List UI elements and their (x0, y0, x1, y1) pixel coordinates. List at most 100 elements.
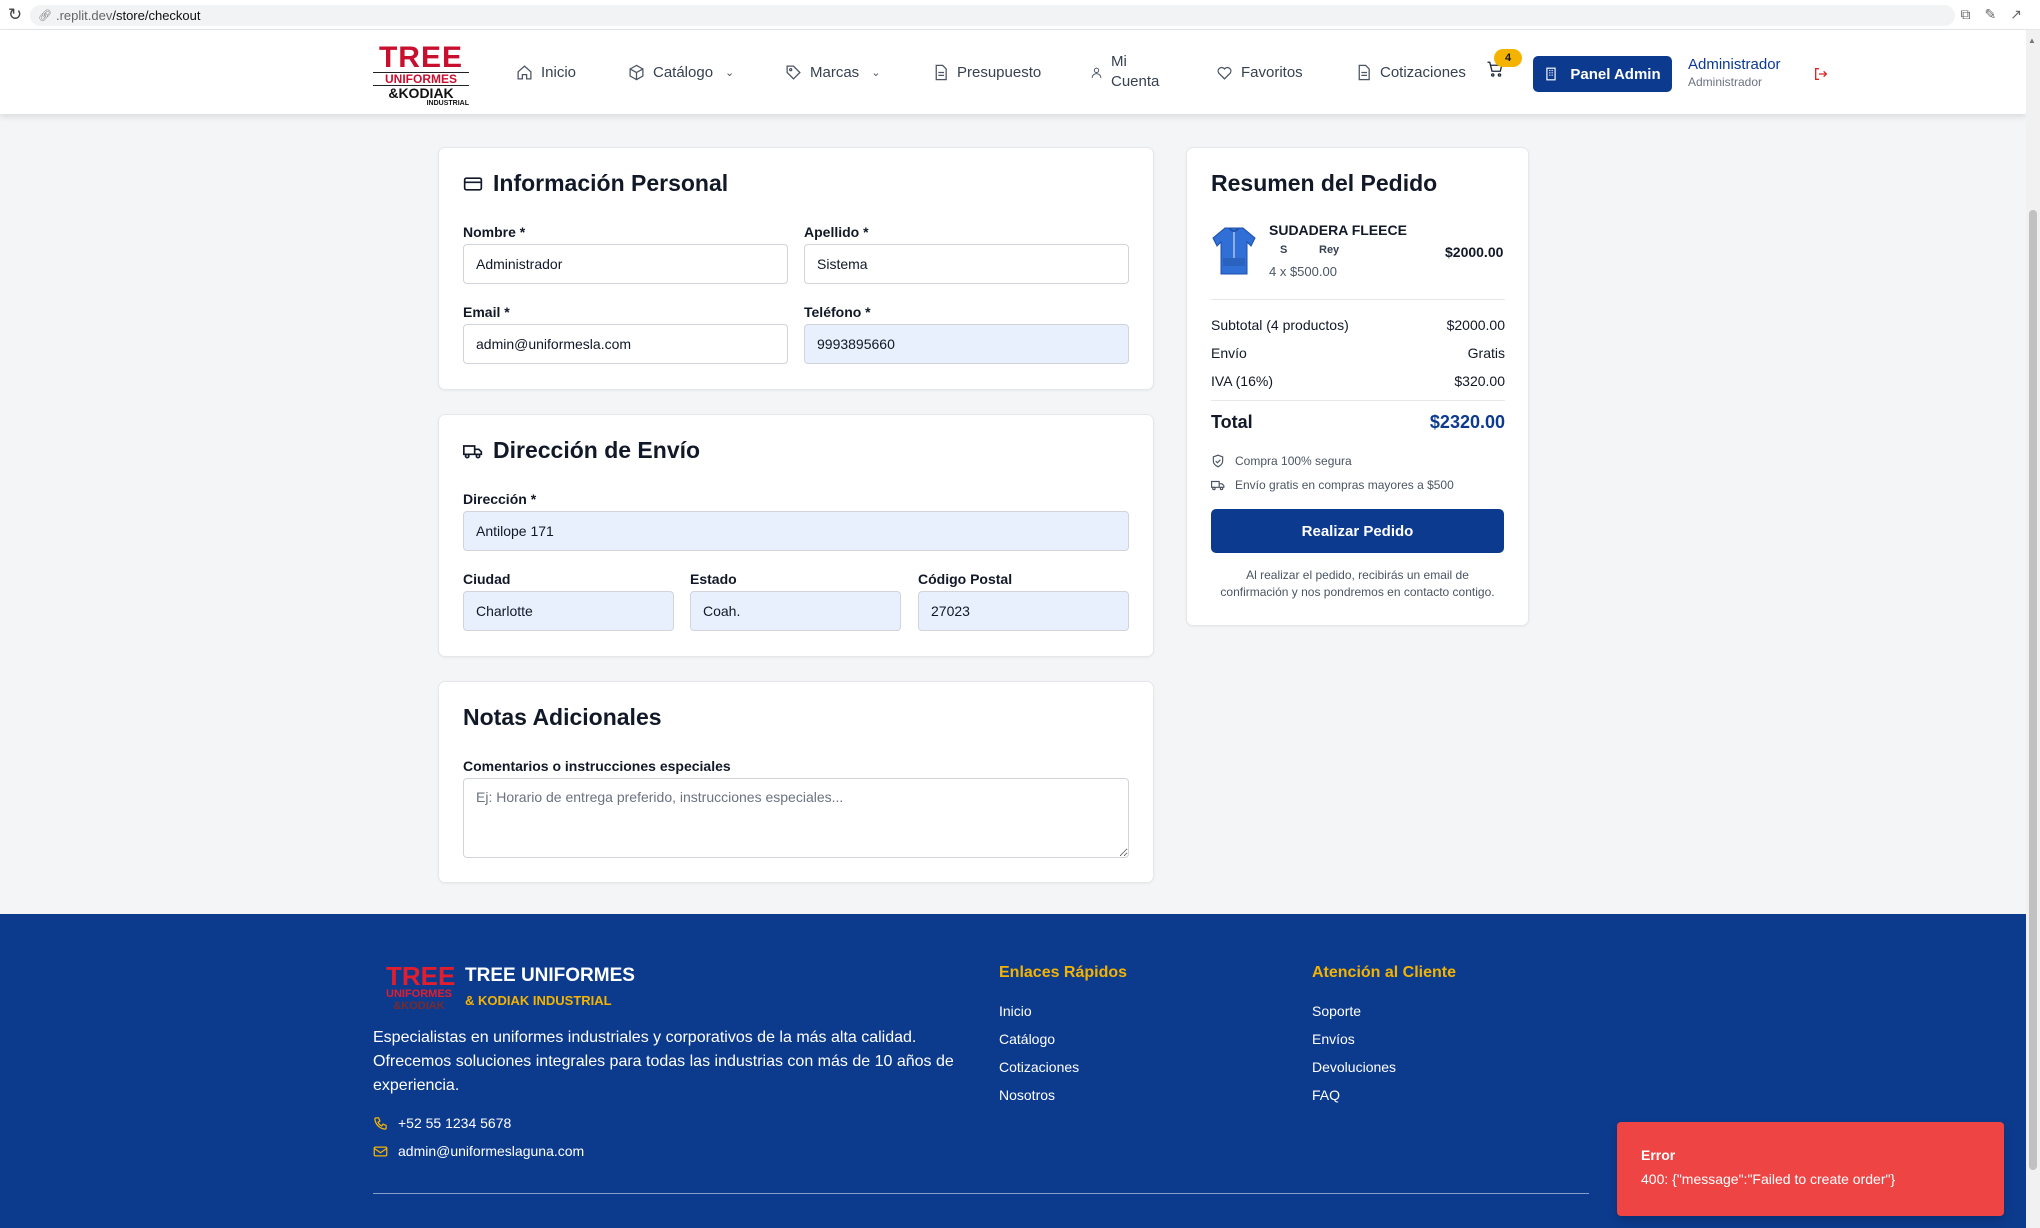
chevron-down-icon: ⌄ (725, 66, 735, 79)
support-title: Atención al Cliente (1312, 964, 1457, 981)
nav-mi-cuenta[interactable]: Mi Cuenta (1090, 30, 1159, 114)
footer-email[interactable]: admin@uniformeslaguna.com (373, 1143, 584, 1159)
user-role: Administrador (1688, 75, 1763, 89)
nav-favoritos-label: Favoritos (1241, 63, 1303, 81)
footer-phone-text: +52 55 1234 5678 (398, 1115, 512, 1131)
estado-label: Estado (690, 571, 737, 587)
nav-mi-cuenta-label-1: Mi (1111, 53, 1127, 70)
subtotal-row: Subtotal (4 productos) $2000.00 (1211, 317, 1505, 333)
footer-phone[interactable]: +52 55 1234 5678 (373, 1115, 511, 1131)
footer-link-devoluciones[interactable]: Devoluciones (1312, 1059, 1396, 1075)
translate-icon[interactable]: ⧉ (1961, 6, 1971, 23)
url-field[interactable]: 🔗︎ .replit.dev/store/checkout (30, 5, 1955, 26)
direccion-field[interactable] (463, 511, 1129, 551)
product-quantity: 4 x $500.00 (1269, 264, 1337, 279)
open-external-icon[interactable]: ↗ (2010, 6, 2022, 23)
footer-logo: TREE UNIFORMES &KODIAK (386, 963, 455, 1014)
nav-inicio[interactable]: Inicio (516, 30, 576, 114)
shipping-note: Envío gratis en compras mayores a $500 (1211, 478, 1454, 492)
estado-field[interactable] (690, 591, 901, 631)
nav-marcas[interactable]: Marcas ⌄ (785, 30, 880, 114)
notes-title-text: Notas Adicionales (463, 704, 662, 730)
product-size: S (1280, 244, 1288, 256)
truck-icon (1211, 480, 1225, 491)
subtotal-label: Subtotal (4 productos) (1211, 317, 1349, 333)
footer-logo-kodiak: &KODIAK (393, 1000, 445, 1012)
footer-link-nosotros[interactable]: Nosotros (999, 1087, 1055, 1103)
nav-catalogo[interactable]: Catálogo ⌄ (628, 30, 734, 114)
nav-catalogo-label: Catálogo (653, 63, 714, 81)
error-toast[interactable]: Error 400: {"message":"Failed to create … (1617, 1122, 2004, 1216)
subtotal-value: $2000.00 (1446, 317, 1505, 333)
personal-info-title-text: Información Personal (493, 170, 729, 196)
logout-icon (1815, 68, 1828, 80)
user-icon (1091, 67, 1102, 78)
iva-value: $320.00 (1454, 373, 1505, 389)
edit-icon[interactable]: ✎ (1985, 6, 1997, 23)
product-name: SUDADERA FLEECE (1269, 222, 1407, 238)
nav-marcas-label: Marcas (810, 63, 860, 81)
error-toast-message: 400: {"message":"Failed to create order"… (1641, 1171, 1896, 1187)
iva-row: IVA (16%) $320.00 (1211, 373, 1505, 389)
reload-icon[interactable]: ↻ (0, 5, 30, 25)
home-icon (517, 64, 532, 80)
chevron-down-icon: ⌄ (871, 66, 881, 79)
total-label: Total (1211, 412, 1253, 432)
telefono-field[interactable] (804, 324, 1129, 364)
summary-divider (1211, 400, 1505, 401)
nav-favoritos[interactable]: Favoritos (1216, 30, 1303, 114)
product-line-total: $2000.00 (1445, 244, 1504, 260)
place-order-button[interactable]: Realizar Pedido (1211, 509, 1504, 553)
secure-note-text: Compra 100% segura (1235, 454, 1352, 468)
footer-link-soporte[interactable]: Soporte (1312, 1003, 1361, 1019)
secure-note: Compra 100% segura (1211, 454, 1352, 468)
nav-presupuesto-label: Presupuesto (957, 63, 1042, 81)
envio-label: Envío (1211, 345, 1247, 361)
footer-description: Especialistas en uniformes industriales … (373, 1029, 954, 1094)
footer-logo-uniformes: UNIFORMES (386, 988, 452, 1000)
nombre-field[interactable] (463, 244, 788, 284)
envio-value: Gratis (1467, 345, 1505, 361)
document-icon (1358, 64, 1370, 80)
notes-label: Comentarios o instrucciones especiales (463, 758, 731, 774)
cart-count-badge: 4 (1494, 49, 1522, 67)
panel-admin-button[interactable]: Panel Admin (1533, 56, 1672, 92)
footer-link-envios[interactable]: Envíos (1312, 1031, 1355, 1047)
footer-link-faq[interactable]: FAQ (1312, 1087, 1340, 1103)
site-header: TREE UNIFORMES &KODIAK INDUSTRIAL Inicio… (0, 30, 2026, 114)
ciudad-label: Ciudad (463, 571, 511, 587)
heart-icon (1217, 66, 1232, 80)
box-icon (629, 64, 644, 80)
codigo-postal-field[interactable] (918, 591, 1129, 631)
apellido-field[interactable] (804, 244, 1129, 284)
footer-email-text: admin@uniformeslaguna.com (398, 1143, 585, 1159)
nav-cotizaciones[interactable]: Cotizaciones (1355, 30, 1466, 114)
summary-divider (1211, 299, 1505, 300)
footer-link-cotizaciones[interactable]: Cotizaciones (999, 1059, 1079, 1075)
iva-label: IVA (16%) (1211, 373, 1273, 389)
footer-link-catalogo[interactable]: Catálogo (999, 1031, 1055, 1047)
logout-button[interactable] (1813, 66, 1829, 82)
browser-actions: ⧉ ✎ ↗ (1961, 6, 2022, 23)
phone-icon (374, 1116, 387, 1130)
shield-check-icon (1212, 454, 1224, 468)
link-icon: 🔗︎ (38, 10, 52, 22)
tag-icon (786, 64, 801, 80)
url-host: .replit.dev (55, 8, 113, 23)
nav-inicio-label: Inicio (541, 63, 577, 81)
ciudad-field[interactable] (463, 591, 674, 631)
footer-link-inicio[interactable]: Inicio (999, 1003, 1032, 1019)
user-menu[interactable]: Administrador Administrador (1688, 56, 1781, 90)
nav-presupuesto[interactable]: Presupuesto (932, 30, 1041, 114)
site-logo[interactable]: TREE UNIFORMES &KODIAK INDUSTRIAL (373, 43, 469, 107)
total-value: $2320.00 (1429, 412, 1505, 432)
panel-admin-label: Panel Admin (1570, 65, 1661, 83)
email-field[interactable] (463, 324, 788, 364)
file-icon (935, 64, 947, 80)
scroll-up-arrow-icon[interactable]: ▲ (2028, 36, 2036, 45)
logo-text-uniformes: UNIFORMES (373, 72, 469, 86)
notes-textarea[interactable] (463, 778, 1129, 858)
direccion-label: Dirección * (463, 491, 537, 507)
product-color: Rey (1319, 244, 1340, 256)
scrollbar-thumb[interactable] (2029, 210, 2037, 1170)
